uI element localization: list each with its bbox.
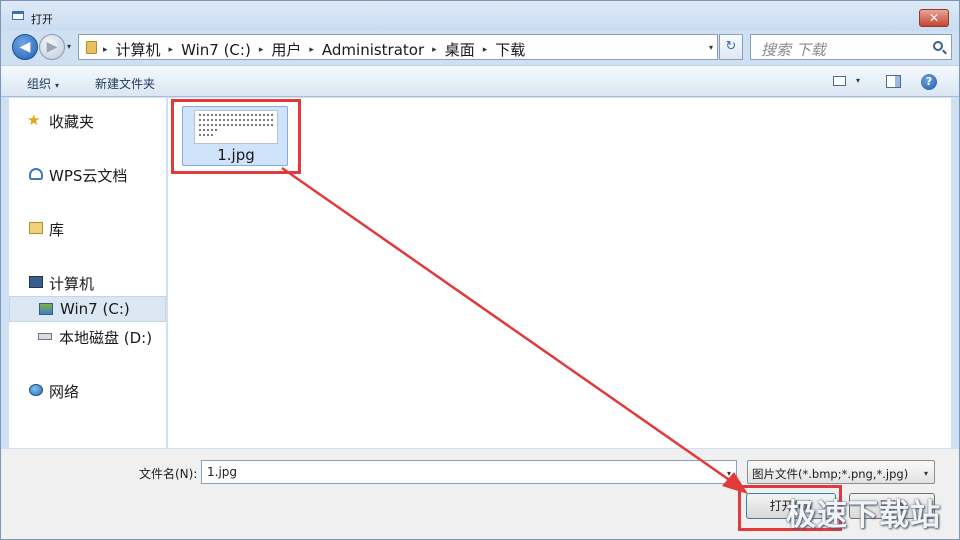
close-button[interactable]: ✕ — [919, 9, 949, 27]
organize-label: 组织 — [27, 77, 52, 91]
search-input[interactable]: 搜索 下载 — [750, 34, 952, 60]
sidebar-item-label: 收藏夹 — [49, 113, 95, 131]
filename-field[interactable]: 1.jpg ▾ — [201, 460, 737, 484]
library-icon — [29, 222, 43, 234]
command-toolbar: 组织 ▾ 新建文件夹 ▾ ? — [1, 65, 959, 97]
open-file-dialog: 打开 ✕ ◀ ▶ ▾ ▸ 计算机 ▸ Win7 (C:) ▸ 用户 ▸ Admi… — [0, 0, 960, 540]
sidebar-item-label: Win7 (C:) — [60, 300, 130, 318]
file-highlight-box — [171, 99, 301, 174]
filename-dropdown-icon[interactable]: ▾ — [727, 469, 731, 478]
sidebar-item-label: 本地磁盘 (D:) — [59, 329, 153, 347]
file-type-select[interactable]: 图片文件(*.bmp;*.png,*.jpg) ▾ — [747, 460, 935, 484]
sidebar-item-wps-cloud[interactable]: WPS云文档 — [9, 162, 166, 188]
title-bar: 打开 ✕ — [1, 1, 959, 31]
sidebar-item-label: 网络 — [49, 383, 80, 401]
breadcrumb-item-administrator[interactable]: Administrator — [322, 41, 424, 59]
breadcrumb-item-win7-c[interactable]: Win7 (C:) — [181, 41, 251, 59]
breadcrumb-separator[interactable]: ▸ — [309, 45, 314, 55]
view-dropdown-icon[interactable]: ▾ — [856, 76, 860, 85]
sidebar-item-local-disk-d[interactable]: 本地磁盘 (D:) — [9, 324, 166, 350]
network-icon — [29, 384, 43, 396]
breadcrumb-separator[interactable]: ▸ — [103, 45, 108, 55]
address-bar[interactable]: ▸ 计算机 ▸ Win7 (C:) ▸ 用户 ▸ Administrator ▸… — [78, 34, 718, 60]
recent-pages-dropdown-icon[interactable]: ▾ — [67, 42, 71, 51]
disk-icon — [38, 333, 52, 340]
computer-icon — [29, 276, 43, 288]
filename-label: 文件名(N): — [139, 467, 198, 481]
search-placeholder: 搜索 下载 — [761, 41, 826, 59]
chevron-down-icon: ▾ — [55, 81, 60, 90]
folder-icon — [86, 41, 97, 54]
star-icon: ★ — [27, 111, 41, 129]
refresh-button[interactable]: ↻ — [719, 34, 743, 60]
sidebar-item-library[interactable]: 库 — [9, 216, 166, 242]
breadcrumb-item-desktop[interactable]: 桌面 — [445, 39, 475, 60]
filename-value: 1.jpg — [207, 465, 238, 479]
drive-icon — [39, 303, 53, 315]
window-icon — [12, 11, 24, 20]
sidebar-item-label: 计算机 — [49, 275, 95, 293]
breadcrumb-item-downloads[interactable]: 下载 — [495, 39, 525, 60]
breadcrumb-separator[interactable]: ▸ — [169, 45, 174, 55]
help-icon[interactable]: ? — [921, 74, 937, 90]
preview-pane-icon[interactable] — [886, 75, 901, 88]
window-title: 打开 — [31, 13, 53, 26]
change-view-icon[interactable] — [833, 76, 846, 86]
breadcrumb-separator[interactable]: ▸ — [483, 45, 488, 55]
organize-button[interactable]: 组织 ▾ — [27, 75, 59, 92]
navigation-pane: ★ 收藏夹 WPS云文档 库 计算机 Win7 (C:) 本地磁盘 (D:) 网… — [9, 98, 167, 448]
forward-button[interactable]: ▶ — [39, 34, 65, 60]
sidebar-item-label: WPS云文档 — [49, 167, 128, 185]
breadcrumb: ▸ 计算机 ▸ Win7 (C:) ▸ 用户 ▸ Administrator ▸… — [101, 39, 525, 60]
address-dropdown-icon[interactable]: ▾ — [709, 43, 713, 52]
chevron-down-icon: ▾ — [923, 469, 928, 478]
breadcrumb-item-computer[interactable]: 计算机 — [116, 39, 161, 60]
breadcrumb-separator[interactable]: ▸ — [259, 45, 264, 55]
breadcrumb-separator[interactable]: ▸ — [432, 45, 437, 55]
cloud-icon — [29, 168, 43, 180]
back-button[interactable]: ◀ — [12, 34, 38, 60]
watermark: 极速下载站 — [786, 498, 941, 533]
sidebar-item-computer[interactable]: 计算机 — [9, 270, 166, 296]
breadcrumb-item-users[interactable]: 用户 — [271, 39, 301, 60]
new-folder-button[interactable]: 新建文件夹 — [95, 75, 155, 92]
sidebar-item-network[interactable]: 网络 — [9, 378, 166, 404]
search-icon[interactable] — [933, 41, 943, 51]
sidebar-item-favorites[interactable]: ★ 收藏夹 — [9, 108, 166, 134]
navigation-bar: ◀ ▶ ▾ ▸ 计算机 ▸ Win7 (C:) ▸ 用户 ▸ Administr… — [1, 31, 959, 63]
sidebar-item-win7-c[interactable]: Win7 (C:) — [9, 296, 166, 322]
file-type-value: 图片文件(*.bmp;*.png,*.jpg) — [752, 467, 909, 481]
sidebar-item-label: 库 — [49, 221, 65, 239]
